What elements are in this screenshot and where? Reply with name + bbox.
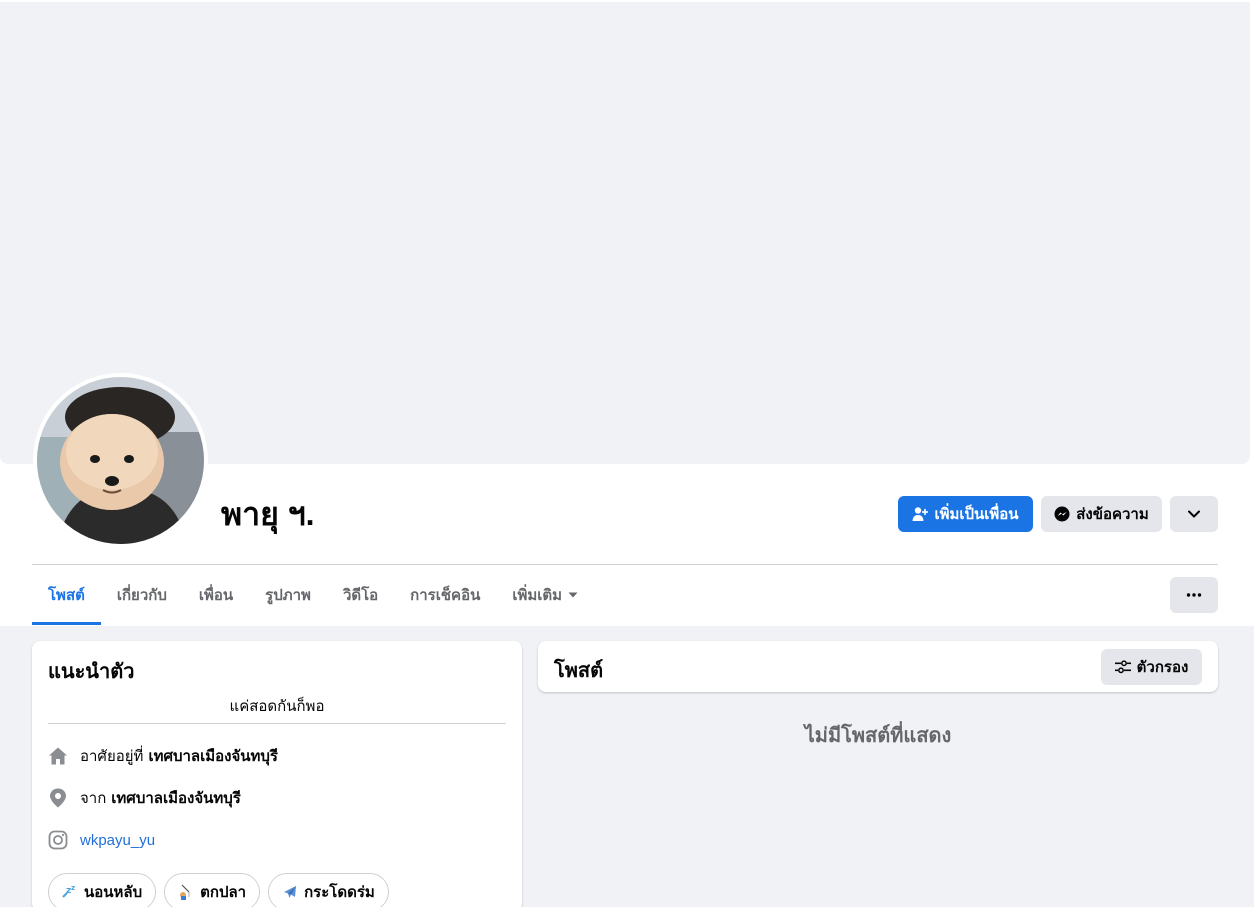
chevron-down-icon	[1188, 510, 1200, 518]
filter-sliders-icon	[1114, 660, 1131, 674]
tab-label: เกี่ยวกับ	[116, 587, 167, 604]
tab-label: โพสต์	[48, 587, 85, 604]
hobby-chip[interactable]: กระโดดร่ม	[268, 873, 389, 907]
tab-label: รูปภาพ	[265, 587, 311, 604]
tab-label: เพื่อน	[198, 587, 234, 604]
filter-button[interactable]: ตัวกรอง	[1101, 649, 1202, 685]
lives-in-row: อาศัยอยู่ที่ เทศบาลเมืองจันทบุรี	[48, 744, 278, 768]
add-friend-button[interactable]: เพิ่มเป็นเพื่อน	[898, 496, 1033, 532]
profile-avatar[interactable]	[33, 373, 208, 548]
svg-text:z: z	[71, 884, 75, 892]
no-posts-message: ไม่มีโพสต์ที่แสดง	[804, 725, 952, 747]
tab-photos[interactable]: รูปภาพ	[249, 565, 327, 625]
hobby-chip[interactable]: z z นอนหลับ	[48, 873, 157, 907]
airplane-icon	[282, 884, 298, 900]
caret-down-icon	[568, 592, 578, 598]
tab-friends[interactable]: เพื่อน	[183, 565, 249, 625]
message-label: ส่งข้อความ	[1076, 506, 1149, 523]
tab-label: เพิ่มเติม	[512, 587, 563, 604]
home-icon	[48, 746, 68, 766]
posts-header-card: โพสต์ ตัวกรอง	[538, 641, 1218, 692]
tab-checkins[interactable]: การเช็คอิน	[394, 565, 496, 625]
intro-bio: แค่สอดกันก็พอ	[229, 698, 325, 715]
lives-in-prefix: อาศัยอยู่ที่	[80, 748, 144, 765]
tabs-more-options-button[interactable]	[1170, 577, 1218, 613]
sleeping-icon: z z	[62, 884, 78, 900]
tab-label: การเช็คอิน	[410, 587, 481, 604]
tab-more[interactable]: เพิ่มเติม	[496, 565, 594, 625]
add-friend-label: เพิ่มเป็นเพื่อน	[934, 506, 1019, 523]
instagram-row: wkpayu_yu	[48, 828, 155, 852]
intro-card: แนะนำตัว แค่สอดกันก็พอ อาศัยอยู่ที่ เทศบ…	[32, 641, 522, 907]
profile-header: พายุ ฯ. เพิ่มเป็นเพื่อน ส่งข้อความ โพสต์…	[0, 0, 1254, 626]
tab-posts[interactable]: โพสต์	[32, 565, 101, 625]
cover-photo[interactable]	[0, 2, 1250, 464]
avatar-image	[37, 377, 204, 544]
lives-in-place-link[interactable]: เทศบาลเมืองจันทบุรี	[148, 744, 278, 768]
hobby-chip[interactable]: ตกปลา	[164, 873, 261, 907]
from-place-link[interactable]: เทศบาลเมืองจันทบุรี	[111, 786, 241, 810]
add-friend-icon	[912, 506, 929, 522]
intro-divider	[48, 723, 506, 724]
hobbies-list: z z นอนหลับ ตกปลา กระโดดร่ม	[48, 873, 397, 907]
location-pin-icon	[48, 788, 68, 808]
tab-videos[interactable]: วิดีโอ	[327, 565, 394, 625]
profile-options-button[interactable]	[1170, 496, 1218, 532]
message-button[interactable]: ส่งข้อความ	[1041, 496, 1162, 532]
from-prefix: จาก	[80, 790, 107, 807]
messenger-icon	[1054, 506, 1070, 522]
posts-title: โพสต์	[554, 660, 604, 682]
instagram-link[interactable]: wkpayu_yu	[80, 832, 155, 849]
hobby-label: นอนหลับ	[84, 884, 143, 901]
profile-tabs: โพสต์ เกี่ยวกับ เพื่อน รูปภาพ วิดีโอ การ…	[32, 565, 594, 625]
hobby-label: กระโดดร่ม	[304, 884, 375, 901]
ellipsis-icon	[1186, 593, 1202, 597]
hobby-label: ตกปลา	[200, 884, 247, 901]
intro-title: แนะนำตัว	[48, 661, 135, 683]
tab-label: วิดีโอ	[342, 587, 379, 604]
instagram-icon	[48, 830, 68, 850]
profile-name: พายุ ฯ.	[221, 496, 315, 532]
tab-about[interactable]: เกี่ยวกับ	[101, 565, 183, 625]
filter-label: ตัวกรอง	[1136, 659, 1189, 676]
fishing-icon	[178, 884, 194, 900]
from-row: จาก เทศบาลเมืองจันทบุรี	[48, 786, 241, 810]
